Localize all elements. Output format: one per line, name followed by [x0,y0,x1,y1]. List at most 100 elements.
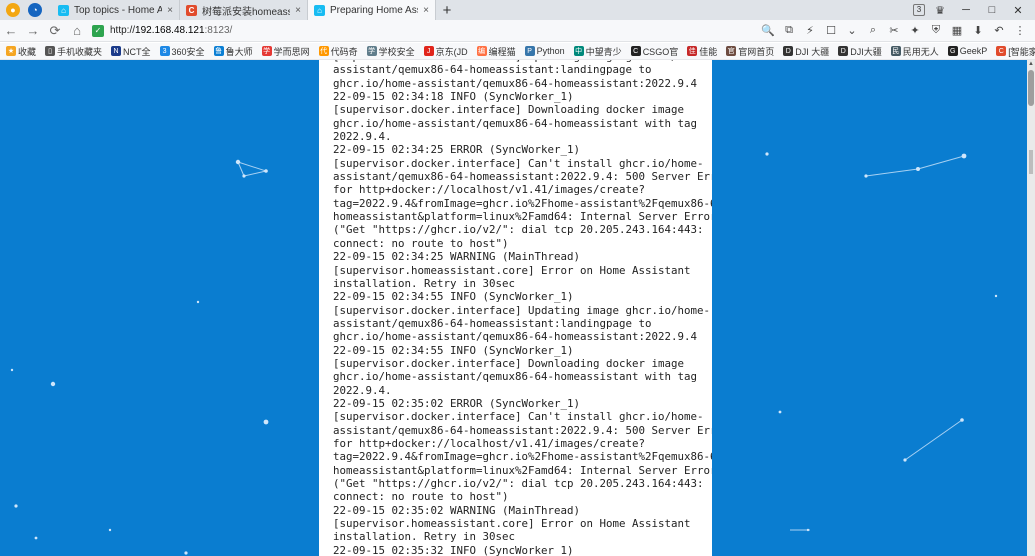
scroll-up-arrow-icon[interactable]: ▲ [1027,60,1035,68]
browser-tab[interactable]: ⌂ Preparing Home Assistant × [308,0,436,20]
url-text[interactable]: http://192.168.48.121:8123/ [110,25,232,36]
tab-close-icon[interactable]: × [167,5,173,16]
bookmark-item[interactable]: 鲁鲁大师 [213,45,253,58]
tab-favicon-icon: ⌂ [58,4,69,16]
particle-dot [14,504,18,508]
profile-icon[interactable]: ● [6,3,20,17]
bookmark-label: 官网首页 [738,46,775,57]
bookmark-item[interactable]: D DJI大疆 [838,45,882,58]
download-icon[interactable]: ⬇ [971,24,985,37]
bookmark-item[interactable]: G GeekP [947,46,988,56]
home-button[interactable]: ⌂ [66,23,88,38]
screenshot-icon[interactable]: ☐ [824,24,838,37]
zoom-icon[interactable]: 🔍 [761,24,775,37]
tab-count-badge[interactable]: 3 [913,4,925,16]
bookmark-label: 佳能 [699,46,718,57]
bookmark-item[interactable]: 中中望青少 [573,45,622,58]
bookmark-item[interactable]: C CSGO官 [630,45,678,58]
close-window-button[interactable]: ✕ [1007,4,1029,17]
bookmark-item[interactable]: 学学校安全 [366,45,415,58]
log-line: ("Get "https://ghcr.io/v2/": dial tcp 20… [333,223,704,237]
tab-strip: ● ◔ ⌂ Top topics - Home Assistant × C 树莓派安装h… [0,0,1035,20]
log-line: [supervisor.docker.interface] Can't inst… [333,410,704,424]
new-tab-button[interactable]: + [436,0,458,20]
bookmark-item[interactable]: C [智能家 [996,45,1035,58]
bookmark-label: 学而思网 [273,46,310,57]
log-line: 22-09-15 02:34:25 ERROR (SyncWorker_1) [333,143,581,157]
log-line: homeassistant&platform=linux%2Famd64: In… [333,463,712,477]
bookmark-item[interactable]: J 京东(JD [423,45,468,58]
bookmark-label: 鲁大师 [225,46,253,57]
search-icon[interactable]: ⌕ [866,24,880,37]
page-scrollbar[interactable]: ▲ [1027,60,1035,556]
security-shield-icon[interactable]: ✓ [92,24,104,37]
tab-close-icon[interactable]: × [423,5,429,16]
toolbar-right: 🔍 ⧉ ⚡ ☐ ⌄ ⌕ ✂ ✦ ⛨ ▦ ⬇ ↶ ⋮ [761,24,1035,37]
log-line: 22-09-15 02:34:18 INFO (SyncWorker_1) [333,90,574,104]
bookmark-item[interactable]: ★ 收藏 [6,45,36,58]
supervisor-log-panel[interactable]: [supervisor.docker.interface] Updating i… [319,60,712,556]
log-line: installation. Retry in 30sec [333,276,516,290]
bookmark-item[interactable]: 3 360安全 [159,45,205,58]
reload-button[interactable]: ⟳ [44,23,66,39]
browser-tab[interactable]: C 树莓派安装homeassistant官方... × [180,0,308,20]
bookmark-favicon-icon: 学 [366,46,377,56]
bookmark-item[interactable]: 佳佳能 [687,45,717,58]
particle-dot [34,536,38,540]
shield-icon[interactable]: ⛨ [929,24,943,37]
bookmark-favicon-icon: J [423,46,434,56]
bookmark-item[interactable]: 编编程猫 [476,45,516,58]
forward-button[interactable]: → [22,23,44,38]
bookmark-label: 京东(JD [435,46,468,57]
url-field[interactable]: ✓ http://192.168.48.121:8123/ [92,24,761,37]
bookmark-favicon-icon: 佳 [687,46,698,56]
particle-dot [778,410,782,414]
bookmark-item[interactable]: 代代码奇 [318,45,358,58]
tab-title: Top topics - Home Assistant [74,4,162,16]
translate-icon[interactable]: ⧉ [782,24,796,37]
bookmark-favicon-icon: 民 [890,46,901,56]
bookmark-item[interactable]: D DJI 大疆 [783,45,829,58]
log-line: installation. Retry in 30sec [333,530,516,544]
shirt-icon[interactable]: ♛ [929,4,951,17]
log-line: tag=2022.9.4&fromImage=ghcr.io%2Fhome-as… [333,450,712,464]
bookmark-item[interactable]: P Python [524,46,565,56]
log-line: ghcr.io/home-assistant/qemux86-64-homeas… [333,330,698,344]
lightning-icon[interactable]: ⚡ [803,24,817,37]
bookmark-item[interactable]: ▯ 手机收藏夹 [45,45,102,58]
scroll-marker [1029,150,1033,174]
bookmark-favicon-icon: 中 [573,46,584,56]
undo-icon[interactable]: ↶ [992,24,1006,37]
extension-icon[interactable]: ✦ [908,24,922,37]
url-prefix: http:// [110,25,136,36]
maximize-button[interactable]: □ [981,4,1003,16]
bookmark-item[interactable]: N NCT全 [111,45,151,58]
log-line: 2022.9.4. [333,130,392,144]
log-line: 22-09-15 02:34:55 INFO (SyncWorker_1) [333,343,574,357]
scroll-thumb[interactable] [1028,70,1034,106]
browser-logo-icon[interactable]: ◔ [28,3,42,17]
bookmark-item[interactable]: 学学而思网 [261,45,310,58]
log-line: assistant/qemux86-64-homeassistant:2022.… [333,170,712,184]
particle-link [865,168,919,177]
log-line: 22-09-15 02:35:02 ERROR (SyncWorker_1) [333,396,581,410]
grid-icon[interactable]: ▦ [950,24,964,37]
tab-close-icon[interactable]: × [295,5,301,16]
scissors-icon[interactable]: ✂ [887,24,901,37]
back-button[interactable]: ← [0,23,22,38]
browser-tab[interactable]: ⌂ Top topics - Home Assistant × [52,0,180,20]
bookmark-item[interactable]: 官官网首页 [726,45,774,58]
particle-dot [108,528,112,532]
dropdown-chevron-icon[interactable]: ⌄ [845,24,859,37]
tab-title: 树莓派安装homeassistant官方... [202,6,290,18]
minimize-button[interactable]: ─ [955,4,977,16]
window-controls: 3 ♛ ─ □ ✕ [913,0,1035,20]
particle-dot [994,294,998,298]
menu-icon[interactable]: ⋮ [1013,24,1027,37]
particle-dot [765,152,769,156]
log-line: assistant/qemux86-64-homeassistant:2022.… [333,423,712,437]
bookmark-label: GeekP [959,46,988,56]
bookmark-item[interactable]: 民民用无人 [890,45,939,58]
bookmark-favicon-icon: 3 [159,46,170,56]
log-line: 22-09-15 02:34:55 INFO (SyncWorker_1) [333,290,574,304]
